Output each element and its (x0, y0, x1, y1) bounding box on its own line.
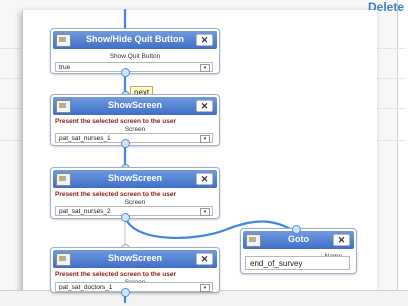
node-header[interactable]: Goto ✕ (243, 231, 354, 249)
node-header[interactable]: ShowScreen ✕ (53, 250, 217, 268)
node-title: ShowScreen (107, 173, 163, 183)
chevron-down-icon: ▾ (200, 64, 210, 72)
node-description: Present the selected screen to the user (55, 191, 177, 198)
close-icon[interactable]: ✕ (333, 234, 350, 246)
node-title: Show/Hide Quit Button (86, 34, 184, 44)
node-description: Present the selected screen to the user (55, 271, 177, 278)
chevron-down-icon: ▾ (200, 135, 210, 143)
close-icon[interactable]: ✕ (196, 34, 213, 46)
select-value: pat_sat_nurses_1 (59, 135, 111, 142)
close-icon[interactable]: ✕ (196, 253, 213, 265)
node-title: ShowScreen (107, 253, 163, 263)
show-quit-button-select[interactable]: true ▾ (55, 62, 213, 72)
select-value: true (59, 64, 71, 71)
output-port[interactable] (121, 213, 130, 222)
node-header[interactable]: ShowScreen ✕ (53, 97, 217, 115)
node-showscreen-3[interactable]: ShowScreen ✕ Present the selected screen… (50, 247, 220, 293)
node-title: ShowScreen (107, 100, 163, 110)
select-value: pat_sat_nurses_2 (59, 208, 111, 215)
close-icon[interactable]: ✕ (196, 100, 213, 112)
node-header[interactable]: ShowScreen ✕ (53, 170, 217, 188)
chevron-down-icon: ▾ (200, 284, 210, 292)
input-port[interactable] (292, 225, 301, 234)
output-port[interactable] (121, 288, 130, 297)
field-label: Screen (124, 126, 146, 133)
screen-select[interactable]: pat_sat_doctors_1 ▾ (55, 282, 213, 292)
node-show-hide-quit-button[interactable]: Show/Hide Quit Button ✕ Show Quit Button… (50, 28, 220, 74)
goto-name-field[interactable]: end_of_survey (245, 256, 350, 270)
select-value: pat_sat_doctors_1 (59, 284, 113, 291)
output-port[interactable] (121, 139, 130, 148)
node-description: Present the selected screen to the user (55, 118, 177, 125)
screen-select[interactable]: pat_sat_nurses_1 ▾ (55, 133, 213, 143)
node-showscreen-2[interactable]: ShowScreen ✕ Present the selected screen… (50, 167, 220, 219)
node-goto[interactable]: Goto ✕ Name end_of_survey (240, 228, 357, 274)
output-port[interactable] (121, 68, 130, 77)
node-header[interactable]: Show/Hide Quit Button ✕ (53, 31, 217, 49)
close-icon[interactable]: ✕ (196, 173, 213, 185)
chevron-down-icon: ▾ (200, 208, 210, 216)
field-label: Screen (124, 199, 146, 206)
screen-select[interactable]: pat_sat_nurses_2 ▾ (55, 206, 213, 216)
field-label: Show Quit Button (109, 53, 161, 60)
node-showscreen-1[interactable]: ShowScreen ✕ Present the selected screen… (50, 94, 220, 146)
